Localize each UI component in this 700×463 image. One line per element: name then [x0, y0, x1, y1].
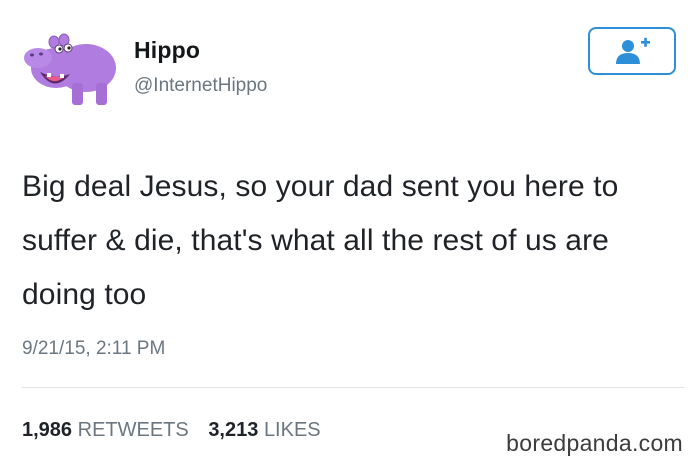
likes-count: 3,213: [208, 419, 259, 441]
likes-label: LIKES: [263, 419, 321, 441]
hippo-avatar-icon: [24, 33, 116, 105]
display-name[interactable]: Hippo: [134, 37, 200, 64]
user-handle[interactable]: @InternetHippo: [134, 75, 267, 97]
follow-button[interactable]: [588, 27, 676, 75]
tweet-text: Big deal Jesus, so your dad sent you her…: [22, 170, 619, 311]
likes-stat[interactable]: 3,213 LIKES: [208, 419, 320, 442]
retweets-count: 1,986: [22, 419, 73, 441]
watermark: boredpanda.com: [506, 430, 683, 456]
divider: [22, 387, 684, 388]
retweets-stat[interactable]: 1,986 RETWEETS: [22, 419, 189, 442]
tweet-card: Hippo @InternetHippo Big deal Jesus, so …: [0, 0, 700, 463]
avatar[interactable]: [20, 28, 120, 110]
tweet-timestamp[interactable]: 9/21/15, 2:11 PM: [22, 338, 165, 360]
tweet-stats: 1,986 RETWEETS 3,213 LIKES: [22, 419, 321, 442]
add-user-icon: [616, 37, 650, 64]
retweets-label: RETWEETS: [77, 419, 189, 441]
